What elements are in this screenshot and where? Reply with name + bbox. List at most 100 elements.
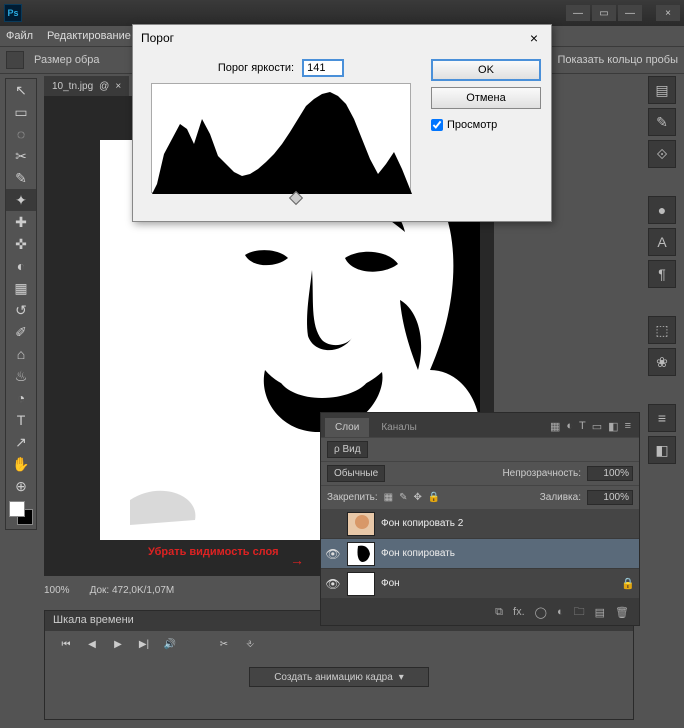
tool-eyedropper[interactable]: ✦ [6,189,36,211]
color-swatch[interactable] [9,501,33,525]
dock-paths[interactable]: ◧ [648,436,676,464]
tool-stamp[interactable]: ◐ [6,255,36,277]
document-tab[interactable]: 10_tn.jpg @ × [44,76,129,96]
layer-kind-select[interactable]: ρ Вид [327,441,368,458]
preview-checkbox[interactable] [431,119,443,131]
preview-checkbox-row[interactable]: Просмотр [431,119,541,131]
layer-thumbnail[interactable] [347,572,375,596]
tool-wand[interactable]: ✂ [6,145,36,167]
menu-file[interactable]: Файл [6,30,33,42]
filter-type-icon[interactable]: T [579,420,586,433]
create-frame-animation-label: Создать анимацию кадра [274,672,393,683]
layer-style-icon[interactable]: fx. [513,606,525,618]
window-maximize[interactable]: ▭ [592,5,616,21]
layer-visibility-toggle[interactable]: 👁 [325,517,341,531]
timeline-first[interactable]: ⏮ [57,636,75,652]
right-dock: ▤ ✎ ⟐ ● A ¶ ⬚ ❀ ≡ ◧ [648,76,680,464]
dock-history[interactable]: ▤ [648,76,676,104]
filter-smart-icon[interactable]: ◧ [608,420,618,433]
threshold-slider[interactable] [151,193,411,207]
dock-swatches[interactable]: ⟐ [648,140,676,168]
ok-button[interactable]: OK [431,59,541,81]
dialog-titlebar[interactable]: Порог × [133,25,551,51]
tool-heal[interactable]: ✚ [6,211,36,233]
dock-styles[interactable]: ❀ [648,348,676,376]
tool-zoom[interactable]: ⊕ [6,475,36,497]
layer-row[interactable]: 👁 Фон копировать [321,539,639,569]
layers-panel: Слои Каналы ▦ ◐ T ▭ ◧ ≡ ρ Вид Обычные Не… [320,412,640,626]
slider-thumb[interactable] [289,191,303,205]
new-layer-icon[interactable]: ▤ [595,606,605,619]
layers-panel-footer: ⧉ fx. ◯ ◐ 🗀 ▤ 🗑 [321,599,639,625]
tool-move[interactable]: ↖ [6,79,36,101]
opacity-input[interactable]: 100% [587,466,633,481]
dock-character[interactable]: A [648,228,676,256]
tool-marquee[interactable]: ▭ [6,101,36,123]
menu-edit[interactable]: Редактирование [47,30,131,42]
opacity-label: Непрозрачность: [502,468,581,479]
tool-path[interactable]: ↗ [6,431,36,453]
tool-pen[interactable]: ◔ [6,387,36,409]
link-layers-icon[interactable]: ⧉ [495,606,503,619]
timeline-split[interactable]: ⎀ [241,636,259,652]
tool-eraser[interactable]: ↺ [6,299,36,321]
tool-gradient[interactable]: ✐ [6,321,36,343]
layer-thumbnail[interactable] [347,512,375,536]
timeline-next[interactable]: ▶| [135,636,153,652]
annotation-arrow-icon: → [290,552,304,568]
dialog-title: Порог [141,31,174,45]
create-frame-animation-button[interactable]: Создать анимацию кадра ▾ [249,667,429,687]
layer-visibility-toggle[interactable]: 👁 [325,577,341,591]
layer-mask-icon[interactable]: ◯ [535,606,547,619]
threshold-input[interactable] [302,59,344,77]
tab-layers[interactable]: Слои [325,418,369,437]
show-ring-label: Показать кольцо пробы [557,54,678,66]
layer-row[interactable]: 👁 Фон копировать 2 [321,509,639,539]
blend-mode-select[interactable]: Обычные [327,465,385,482]
filter-shape-icon[interactable]: ▭ [592,420,602,433]
sample-size-label: Размер обра [34,54,100,66]
foreground-color[interactable] [9,501,25,517]
dock-layers[interactable]: ⬚ [648,316,676,344]
lock-pixels-icon[interactable]: ✎ [399,492,407,503]
tool-brush[interactable]: ✜ [6,233,36,255]
new-fill-icon[interactable]: ◐ [557,606,564,618]
tool-crop[interactable]: ✎ [6,167,36,189]
tool-history-brush[interactable]: ▦ [6,277,36,299]
dock-channels[interactable]: ≡ [648,404,676,432]
tool-lasso[interactable]: ◌ [6,123,36,145]
layer-name: Фон копировать [381,548,455,559]
dialog-close-button[interactable]: × [525,29,543,47]
window-close[interactable]: × [656,5,680,21]
filter-adjust-icon[interactable]: ◐ [566,420,573,433]
tool-dodge[interactable]: ♨ [6,365,36,387]
dock-adjustments[interactable]: ● [648,196,676,224]
panel-menu-icon[interactable]: ≡ [625,420,631,433]
fill-input[interactable]: 100% [587,490,633,505]
dock-color[interactable]: ✎ [648,108,676,136]
new-group-icon[interactable]: 🗀 [574,603,585,622]
filter-pixel-icon[interactable]: ▦ [550,420,560,433]
window-minimize[interactable]: — [566,5,590,21]
lock-all-icon[interactable]: 🔒 [428,492,440,503]
delete-layer-icon[interactable]: 🗑 [615,606,629,619]
tool-blur[interactable]: ⌂ [6,343,36,365]
timeline-play[interactable]: ▶ [109,636,127,652]
tool-type[interactable]: T [6,409,36,431]
window-close-sm[interactable]: — [618,5,642,21]
tool-preset-icon[interactable] [6,51,24,69]
layer-thumbnail[interactable] [347,542,375,566]
cancel-button[interactable]: Отмена [431,87,541,109]
timeline-cut[interactable]: ✂ [215,636,233,652]
layer-visibility-toggle[interactable]: 👁 [325,547,341,561]
tab-channels[interactable]: Каналы [371,418,427,437]
timeline-prev[interactable]: ◀ [83,636,101,652]
zoom-level[interactable]: 100% [44,585,70,596]
dock-paragraph[interactable]: ¶ [648,260,676,288]
layer-row[interactable]: 👁 Фон 🔒 [321,569,639,599]
tool-hand[interactable]: ✋ [6,453,36,475]
timeline-speaker[interactable]: 🔊 [161,636,179,652]
document-tab-close[interactable]: × [115,81,121,92]
lock-transparency-icon[interactable]: ▦ [384,492,393,503]
lock-position-icon[interactable]: ✥ [414,492,422,503]
